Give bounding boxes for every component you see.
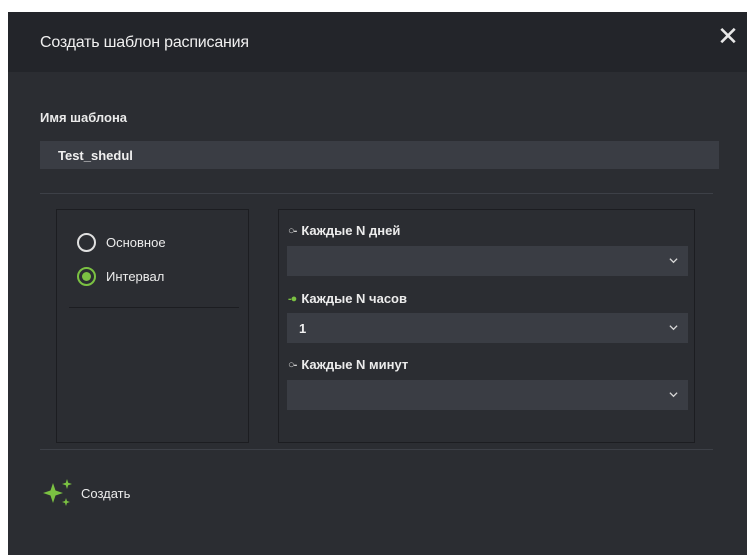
template-name-input[interactable] xyxy=(40,141,719,169)
schedule-type-panel: Основное Интервал xyxy=(56,209,249,443)
interval-settings-panel: ○- Каждые N дней -● Каждые N часов 1 ○- … xyxy=(278,209,695,443)
every-n-hours-value: 1 xyxy=(299,321,307,336)
radio-button-interval[interactable] xyxy=(77,267,96,286)
every-n-days-label[interactable]: ○- Каждые N дней xyxy=(288,223,400,238)
divider-top xyxy=(40,193,713,194)
chevron-down-icon xyxy=(669,325,678,331)
create-button-label: Создать xyxy=(81,485,131,501)
radio-label-basic: Основное xyxy=(106,235,166,250)
every-n-days-text: Каждые N дней xyxy=(301,223,401,238)
radio-button-basic[interactable] xyxy=(77,233,96,252)
radio-option-interval[interactable]: Интервал xyxy=(77,267,164,286)
every-n-minutes-text: Каждые N минут xyxy=(301,357,409,372)
every-n-minutes-select[interactable] xyxy=(287,380,688,410)
every-n-hours-label[interactable]: -● Каждые N часов xyxy=(288,291,407,306)
radio-option-basic[interactable]: Основное xyxy=(77,233,166,252)
create-schedule-template-dialog: Создать шаблон расписания ✕ Имя шаблона … xyxy=(8,12,747,555)
inactive-marker-icon: ○- xyxy=(288,224,297,237)
create-button[interactable]: Создать xyxy=(40,477,130,509)
sparkle-icon xyxy=(43,479,72,506)
every-n-hours-select[interactable]: 1 xyxy=(287,313,688,343)
dialog-header: Создать шаблон расписания ✕ xyxy=(8,12,747,72)
divider-bottom xyxy=(40,449,713,450)
chevron-down-icon xyxy=(669,258,678,264)
dialog-title: Создать шаблон расписания xyxy=(40,34,249,51)
every-n-minutes-label[interactable]: ○- Каждые N минут xyxy=(288,357,408,372)
inactive-marker-icon: ○- xyxy=(288,358,297,371)
every-n-days-select[interactable] xyxy=(287,246,688,276)
template-name-label: Имя шаблона xyxy=(40,110,128,125)
active-marker-icon: -● xyxy=(288,292,297,305)
chevron-down-icon xyxy=(669,392,678,398)
every-n-hours-text: Каждые N часов xyxy=(301,291,407,306)
radio-label-interval: Интервал xyxy=(106,269,165,284)
panel-separator xyxy=(69,307,239,308)
close-icon[interactable]: ✕ xyxy=(715,23,741,50)
